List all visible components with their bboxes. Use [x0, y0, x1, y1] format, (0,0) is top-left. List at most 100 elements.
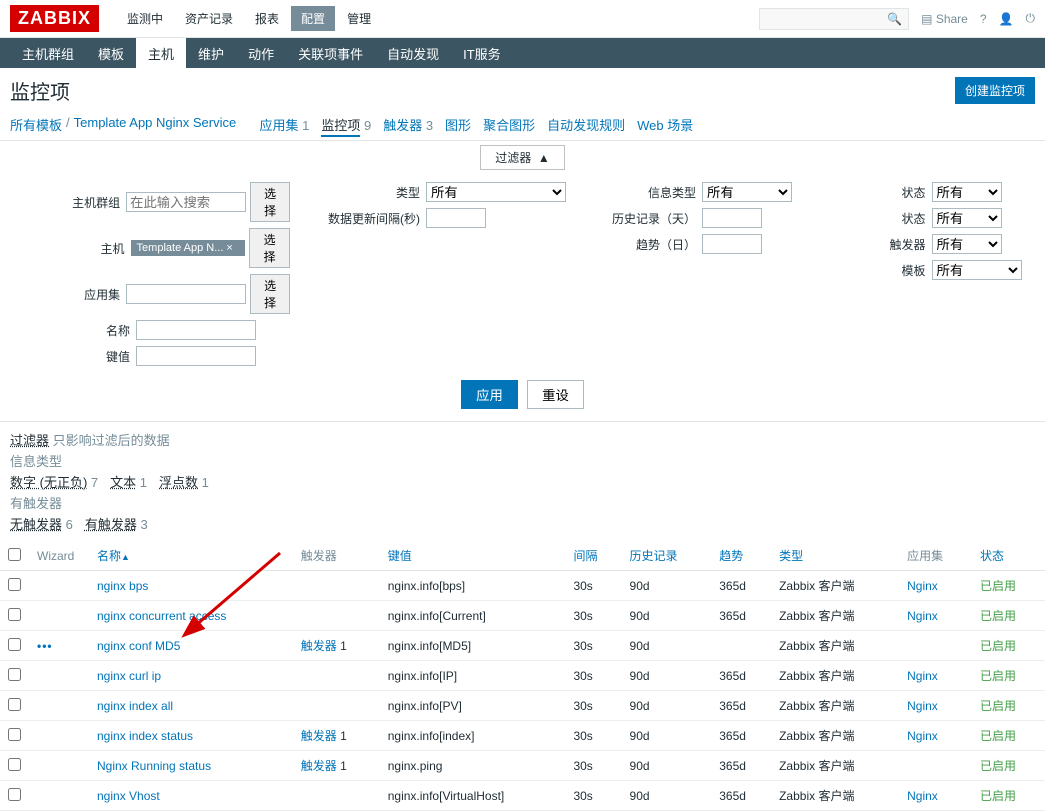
app-link[interactable]: Nginx [907, 729, 938, 743]
trigger-link[interactable]: 触发器 [301, 729, 337, 743]
row-checkbox[interactable] [8, 788, 21, 801]
subfilter-item[interactable]: 无触发器 6 [10, 517, 73, 532]
item-name-link[interactable]: nginx concurrent access [97, 609, 226, 623]
app-link[interactable]: Nginx [907, 669, 938, 683]
subnav-item[interactable]: IT服务 [451, 38, 513, 68]
create-item-button[interactable]: 创建监控项 [955, 77, 1035, 104]
crumb-tab[interactable]: 自动发现规则 [547, 118, 625, 133]
crumb-tab[interactable]: 图形 [445, 118, 471, 133]
col-header[interactable]: 间隔 [565, 541, 621, 571]
crumb-all-templates[interactable]: 所有模板 [10, 115, 62, 134]
appset-input[interactable] [126, 284, 246, 304]
name-input[interactable] [136, 320, 256, 340]
row-checkbox[interactable] [8, 698, 21, 711]
status-link[interactable]: 已启用 [980, 729, 1016, 743]
item-name-link[interactable]: nginx bps [97, 579, 148, 593]
share-link[interactable]: ▤ Share [921, 12, 968, 26]
subnav-item[interactable]: 主机群组 [10, 38, 86, 68]
app-link[interactable]: Nginx [907, 789, 938, 803]
subnav-item[interactable]: 维护 [186, 38, 236, 68]
select-all-checkbox[interactable] [8, 548, 21, 561]
subfilter-item[interactable]: 浮点数 1 [159, 475, 209, 490]
type-select[interactable]: 所有 [426, 182, 566, 202]
row-checkbox[interactable] [8, 578, 21, 591]
crumb-tab[interactable]: Web 场景 [637, 118, 693, 133]
app-link[interactable]: Nginx [907, 609, 938, 623]
topnav-item[interactable]: 配置 [291, 6, 335, 31]
col-header[interactable]: 键值 [380, 541, 566, 571]
status-link[interactable]: 已启用 [980, 579, 1016, 593]
history-input[interactable] [702, 208, 762, 228]
user-icon[interactable]: 👤 [999, 12, 1014, 26]
trigger-link[interactable]: 触发器 [301, 639, 337, 653]
wizard-icon[interactable]: ••• [37, 639, 53, 653]
logout-icon[interactable]: ⏻ [1026, 11, 1036, 26]
subnav-item[interactable]: 主机 [136, 38, 186, 68]
host-tag[interactable]: Template App N... × [131, 240, 246, 256]
trend-input[interactable] [702, 234, 762, 254]
subfilter-item[interactable]: 数字 (无正负) 7 [10, 475, 98, 490]
crumb-tab[interactable]: 应用集 [259, 118, 298, 133]
app-link[interactable]: Nginx [907, 699, 938, 713]
subfilter-item[interactable]: 文本 1 [110, 475, 147, 490]
col-header[interactable]: 触发器 [293, 541, 380, 571]
topnav-item[interactable]: 报表 [245, 6, 289, 31]
status-link[interactable]: 已启用 [980, 759, 1016, 773]
subnav-item[interactable]: 动作 [236, 38, 286, 68]
trigger-select[interactable]: 所有 [932, 234, 1002, 254]
filter-apply-button[interactable]: 应用 [461, 380, 518, 409]
item-name-link[interactable]: nginx Vhost [97, 789, 160, 803]
infotype-select[interactable]: 所有 [702, 182, 792, 202]
item-name-link[interactable]: nginx curl ip [97, 669, 161, 683]
appset-select-button[interactable]: 选择 [250, 274, 290, 314]
template-select[interactable]: 所有 [932, 260, 1022, 280]
subfilter-item[interactable]: 有触发器 3 [85, 517, 148, 532]
status-select[interactable]: 所有 [932, 208, 1002, 228]
trigger-link[interactable]: 触发器 [301, 759, 337, 773]
item-name-link[interactable]: Nginx Running status [97, 759, 211, 773]
col-header[interactable]: Wizard [29, 541, 89, 571]
crumb-tab[interactable]: 聚合图形 [483, 118, 535, 133]
hostgroup-select-button[interactable]: 选择 [250, 182, 290, 222]
help-icon[interactable]: ? [980, 12, 987, 26]
status-link[interactable]: 已启用 [980, 639, 1016, 653]
col-header[interactable]: 名称▲ [89, 541, 293, 571]
row-checkbox[interactable] [8, 758, 21, 771]
status-label: 状态 [816, 210, 926, 227]
app-link[interactable]: Nginx [907, 579, 938, 593]
key-input[interactable] [136, 346, 256, 366]
status-link[interactable]: 已启用 [980, 699, 1016, 713]
state-select[interactable]: 所有 [932, 182, 1002, 202]
item-name-link[interactable]: nginx index status [97, 729, 193, 743]
hostgroup-input[interactable] [126, 192, 246, 212]
row-checkbox[interactable] [8, 728, 21, 741]
update-interval-input[interactable] [426, 208, 486, 228]
row-checkbox[interactable] [8, 668, 21, 681]
topnav-item[interactable]: 资产记录 [175, 6, 243, 31]
topnav-item[interactable]: 监测中 [117, 6, 173, 31]
item-name-link[interactable]: nginx conf MD5 [97, 639, 180, 653]
filter-toggle-button[interactable]: 过滤器 ▲ [480, 145, 565, 170]
crumb-tab[interactable]: 触发器 [383, 118, 422, 133]
host-select-button[interactable]: 选择 [249, 228, 290, 268]
col-header[interactable] [0, 541, 29, 571]
status-link[interactable]: 已启用 [980, 789, 1016, 803]
subnav-item[interactable]: 关联项事件 [286, 38, 375, 68]
col-header[interactable]: 类型 [771, 541, 899, 571]
filter-reset-button[interactable]: 重设 [527, 380, 584, 409]
crumb-tab[interactable]: 监控项 [321, 118, 360, 137]
item-name-link[interactable]: nginx index all [97, 699, 173, 713]
subnav-item[interactable]: 自动发现 [375, 38, 451, 68]
global-search[interactable]: 🔍 [759, 8, 909, 30]
col-header[interactable]: 应用集 [899, 541, 972, 571]
status-link[interactable]: 已启用 [980, 669, 1016, 683]
status-link[interactable]: 已启用 [980, 609, 1016, 623]
col-header[interactable]: 状态 [972, 541, 1045, 571]
row-checkbox[interactable] [8, 638, 21, 651]
row-checkbox[interactable] [8, 608, 21, 621]
crumb-template[interactable]: Template App Nginx Service [74, 115, 237, 134]
col-header[interactable]: 趋势 [711, 541, 771, 571]
col-header[interactable]: 历史记录 [622, 541, 712, 571]
subnav-item[interactable]: 模板 [86, 38, 136, 68]
topnav-item[interactable]: 管理 [337, 6, 381, 31]
